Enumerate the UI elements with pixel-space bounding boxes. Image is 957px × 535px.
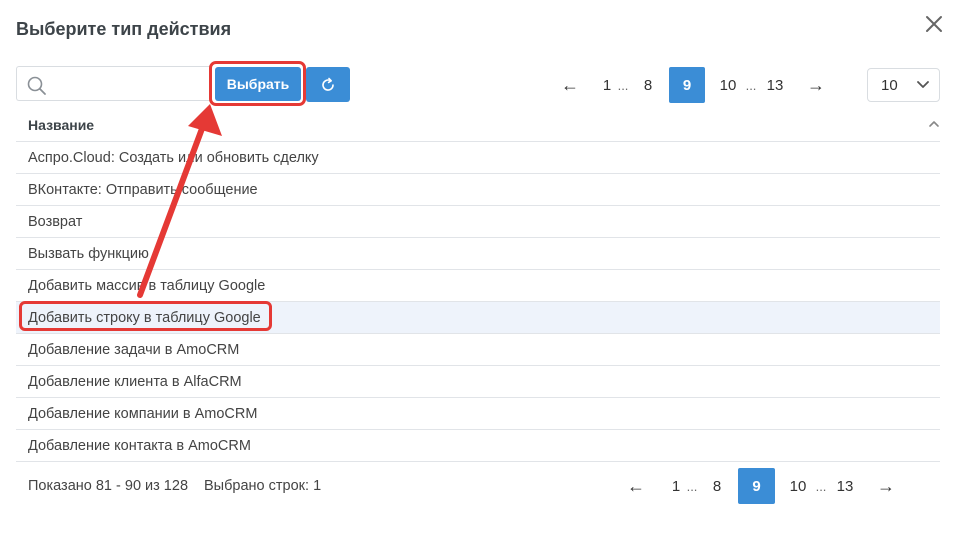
highlight-frame-select-button <box>209 61 306 106</box>
page-8-button[interactable]: 8 <box>702 468 732 504</box>
page-10-button[interactable]: 10 <box>783 468 813 504</box>
page-13-button[interactable]: 13 <box>762 67 788 103</box>
table-row[interactable]: Вызвать функцию <box>16 238 940 270</box>
search-input[interactable] <box>57 71 207 97</box>
pagination-ellipsis: ... <box>617 77 629 93</box>
pagination-ellipsis: ... <box>686 478 698 494</box>
next-page-button[interactable]: → <box>868 468 904 504</box>
shown-count: Показано 81 - 90 из 128 <box>28 478 189 494</box>
page-9-button-current[interactable]: 9 <box>738 468 775 504</box>
table-row[interactable]: Добавление контакта в AmoCRM <box>16 430 940 462</box>
page-8-button[interactable]: 8 <box>633 67 663 103</box>
page-13-button[interactable]: 13 <box>832 468 858 504</box>
highlight-frame-selected-row <box>19 301 272 331</box>
prev-page-button[interactable]: ← <box>552 67 588 103</box>
table-row[interactable]: Добавление компании в AmoCRM <box>16 398 940 430</box>
table-row[interactable]: Добавление клиента в AlfaCRM <box>16 366 940 398</box>
sort-asc-icon[interactable] <box>928 120 940 128</box>
refresh-icon <box>322 77 334 91</box>
prev-page-button[interactable]: ← <box>618 468 654 504</box>
pagination-ellipsis: ... <box>815 478 827 494</box>
table-row[interactable]: Добавление задачи в AmoCRM <box>16 334 940 366</box>
pagination-ellipsis: ... <box>745 77 757 93</box>
pagination-bottom: ← 1 ... 8 9 10 ... 13 → <box>618 468 904 504</box>
refresh-button[interactable] <box>306 67 350 102</box>
modal-title: Выберите тип действия <box>16 19 232 39</box>
table-row[interactable]: Добавить массив в таблицу Google <box>16 270 940 302</box>
search-field[interactable] <box>16 66 212 101</box>
next-page-button[interactable]: → <box>798 67 834 103</box>
page-9-button-current[interactable]: 9 <box>669 67 705 103</box>
selected-count: Выбрано строк: 1 <box>204 478 322 494</box>
chevron-down-icon <box>917 81 929 88</box>
actions-table: Название Аспро.Cloud: Создать или обнови… <box>16 109 940 462</box>
search-icon <box>27 76 46 95</box>
page-10-button[interactable]: 10 <box>713 67 743 103</box>
table-header: Название <box>16 109 940 142</box>
page-1-button[interactable]: 1 <box>667 468 685 504</box>
page-1-button[interactable]: 1 <box>598 67 616 103</box>
per-page-select[interactable]: 10 <box>867 68 940 102</box>
per-page-value: 10 <box>881 76 898 94</box>
pagination-top: ← 1 ... 8 9 10 ... 13 → <box>552 67 834 103</box>
table-row[interactable]: Аспро.Cloud: Создать или обновить сделку <box>16 142 940 174</box>
table-row[interactable]: Возврат <box>16 206 940 238</box>
close-icon[interactable] <box>923 13 945 35</box>
column-header-name[interactable]: Название <box>28 117 94 133</box>
table-footer: Показано 81 - 90 из 128 Выбрано строк: 1 <box>28 478 321 494</box>
table-row[interactable]: ВКонтакте: Отправить сообщение <box>16 174 940 206</box>
